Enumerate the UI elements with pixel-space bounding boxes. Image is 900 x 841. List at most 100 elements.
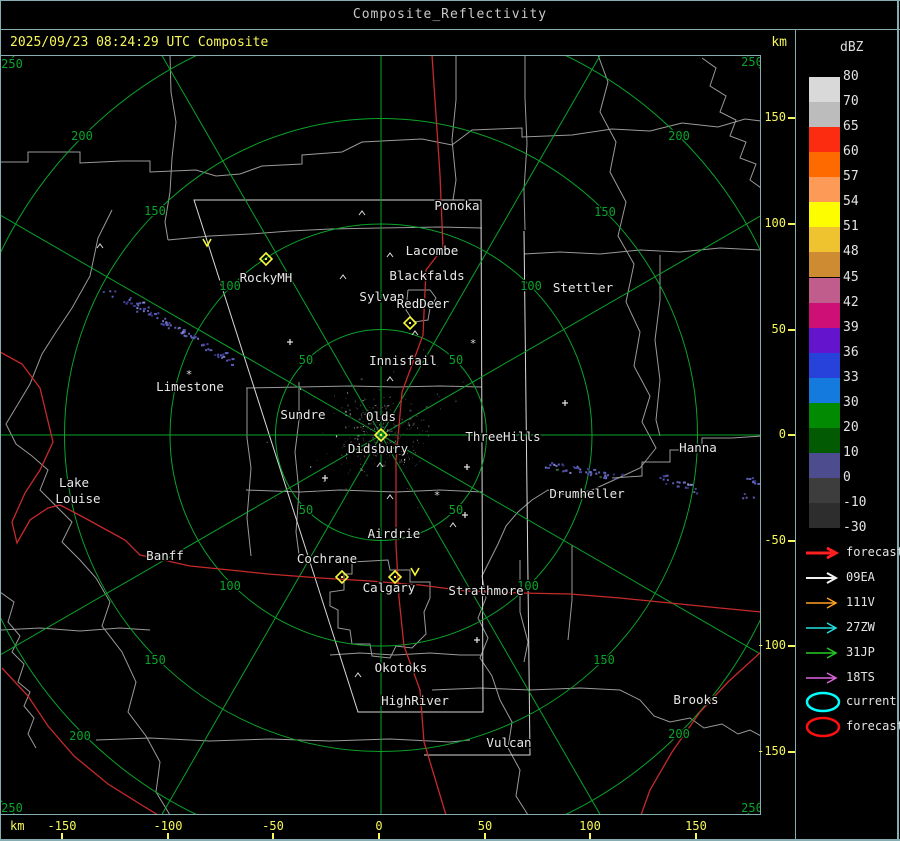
city-label: Drumheller — [549, 486, 625, 501]
bottom-axis-tick — [61, 833, 63, 839]
radar-echo-pixel — [555, 468, 559, 471]
radar-echo-pixel — [621, 473, 625, 476]
clutter-pixel — [401, 418, 403, 420]
bottom-axis-tick — [589, 833, 591, 839]
clutter-pixel — [410, 403, 413, 405]
clutter-pixel — [388, 439, 390, 441]
radar-map-canvas[interactable]: 50 5050 50100 100100 100150 150150 150200 20020… — [1, 56, 760, 814]
clutter-pixel — [384, 461, 386, 463]
clutter-pixel — [394, 432, 397, 434]
right-axis-tick — [788, 223, 795, 225]
clutter-pixel — [360, 469, 363, 471]
clutter-pixel — [366, 473, 368, 475]
clutter-pixel — [417, 507, 419, 509]
radar-echo-pixel — [148, 313, 151, 316]
county-boundary — [523, 247, 760, 255]
clutter-pixel — [374, 405, 377, 407]
clutter-pixel — [409, 417, 412, 420]
city-label: Strathmore — [448, 583, 523, 598]
radar-echo-pixel — [177, 327, 180, 330]
check-marker — [410, 567, 420, 577]
clutter-pixel — [388, 429, 391, 432]
radar-echo-pixel — [678, 481, 681, 484]
legend-ellipse-forecast — [805, 716, 841, 738]
clutter-pixel — [415, 465, 417, 467]
clutter-pixel — [357, 438, 359, 441]
radar-echo-pixel — [666, 479, 669, 482]
clutter-pixel — [402, 433, 404, 436]
right-axis-tick — [788, 329, 795, 331]
clutter-pixel — [439, 408, 441, 410]
clutter-pixel — [393, 424, 395, 426]
city-label: Blackfalds — [389, 268, 464, 283]
clutter-pixel — [364, 429, 366, 431]
radar-echo-pixel — [604, 471, 607, 474]
radar-echo-pixel — [130, 302, 134, 305]
caret-marker — [449, 522, 457, 528]
bottom-axis-tick-label: -150 — [47, 819, 77, 833]
radar-echo-pixel — [169, 324, 172, 327]
radar-echo-pixel — [111, 295, 114, 298]
clutter-pixel — [341, 463, 343, 465]
clutter-pixel — [400, 459, 402, 461]
clutter-pixel — [354, 400, 356, 403]
bottom-axis-tick-label: -50 — [262, 819, 284, 833]
clutter-pixel — [419, 433, 421, 435]
clutter-pixel — [369, 406, 371, 408]
radar-echo-pixel — [142, 310, 145, 313]
clutter-pixel — [398, 438, 400, 440]
clutter-pixel — [270, 366, 272, 368]
info-bar: 2025/09/23 08:24:29 UTC Composite km — [0, 30, 795, 55]
caret-marker — [411, 330, 419, 336]
clutter-pixel — [350, 433, 352, 435]
clutter-pixel — [376, 427, 379, 429]
city-label: Sundre — [280, 407, 325, 422]
bottom-axis-tick — [695, 833, 697, 839]
clutter-pixel — [412, 446, 414, 448]
radar-map[interactable]: 50 50 50 50 100 100 100 100 150 150 150 150 200 200 20… — [0, 55, 761, 815]
clutter-pixel — [346, 457, 348, 460]
county-boundary — [523, 56, 528, 231]
clutter-pixel — [340, 407, 343, 409]
radar-echo-pixel — [207, 348, 210, 351]
radar-echo-pixel — [184, 335, 188, 338]
city-label: Stettler — [553, 280, 614, 295]
radar-echo-pixel — [599, 476, 602, 479]
county-boundary — [95, 737, 471, 743]
range-ring-label: 250 — [741, 801, 760, 814]
clutter-pixel — [367, 428, 369, 430]
radar-echo-pixel — [589, 471, 592, 474]
clutter-pixel — [409, 488, 411, 490]
clutter-pixel — [345, 397, 347, 399]
radar-echo-pixel — [165, 324, 169, 327]
radar-echo-pixel — [139, 302, 142, 305]
clutter-pixel — [356, 408, 358, 410]
range-ring-label: 50 — [299, 503, 313, 517]
clutter-pixel — [362, 427, 364, 429]
radar-echo-pixel — [128, 298, 131, 301]
clutter-pixel — [392, 427, 394, 429]
clutter-pixel — [417, 427, 419, 429]
right-axis-tick — [788, 540, 795, 542]
clutter-pixel — [395, 430, 397, 432]
radar-echo-pixel — [136, 302, 140, 305]
caret-marker — [358, 210, 366, 216]
clutter-pixel — [354, 438, 357, 440]
radar-echo-pixel — [162, 323, 165, 326]
clutter-pixel — [345, 427, 347, 429]
clutter-pixel — [372, 437, 374, 439]
radar-echo-pixel — [682, 481, 686, 484]
city-label: Limestone — [156, 379, 224, 394]
city-label: Cochrane — [297, 551, 357, 566]
clutter-pixel — [420, 419, 422, 421]
radar-echo-pixel — [676, 485, 680, 488]
clutter-pixel — [387, 405, 390, 407]
radar-echo-pixel — [577, 467, 580, 470]
radar-echo-pixel — [129, 297, 132, 300]
city-label: Lake — [59, 475, 89, 490]
clutter-pixel — [342, 444, 345, 446]
clutter-pixel — [462, 381, 464, 383]
radar-echo-pixel — [189, 335, 192, 338]
legend-label-current: current — [846, 694, 897, 708]
city-label: ThreeHills — [465, 429, 540, 444]
